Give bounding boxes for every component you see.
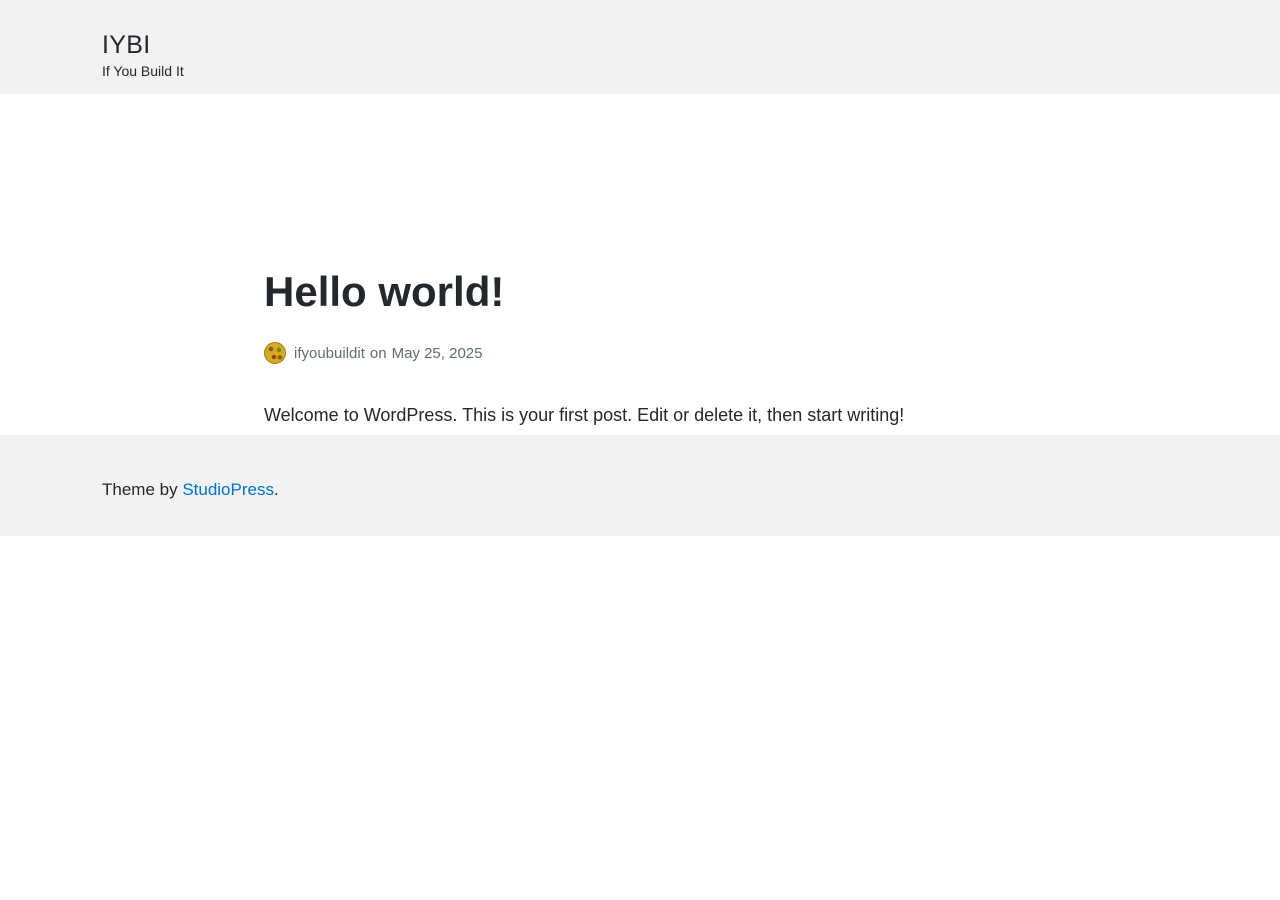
- post-body: Welcome to WordPress. This is your first…: [264, 405, 905, 425]
- site-header: IYBI If You Build It: [0, 0, 1280, 94]
- main-content: Hello world! ifyoubuildit on May 25, 202…: [0, 94, 1280, 435]
- site-title-link[interactable]: IYBI: [102, 31, 150, 59]
- footer-suffix: .: [273, 480, 279, 499]
- post-date: May 25, 2025: [391, 344, 483, 362]
- post-author: ifyoubuildit: [294, 344, 365, 362]
- footer-prefix: Theme by: [102, 480, 183, 499]
- post-meta-on: on: [369, 344, 387, 362]
- post-article: Hello world! ifyoubuildit on May 25, 202…: [264, 267, 1280, 428]
- site-tagline: If You Build It: [102, 63, 184, 79]
- author-avatar-icon: [264, 342, 286, 364]
- post-meta: ifyoubuildit on May 25, 2025: [264, 341, 1280, 365]
- post-title: Hello world!: [264, 268, 505, 315]
- site-footer: Theme by StudioPress.: [0, 435, 1280, 536]
- studiopress-link[interactable]: StudioPress: [182, 480, 274, 499]
